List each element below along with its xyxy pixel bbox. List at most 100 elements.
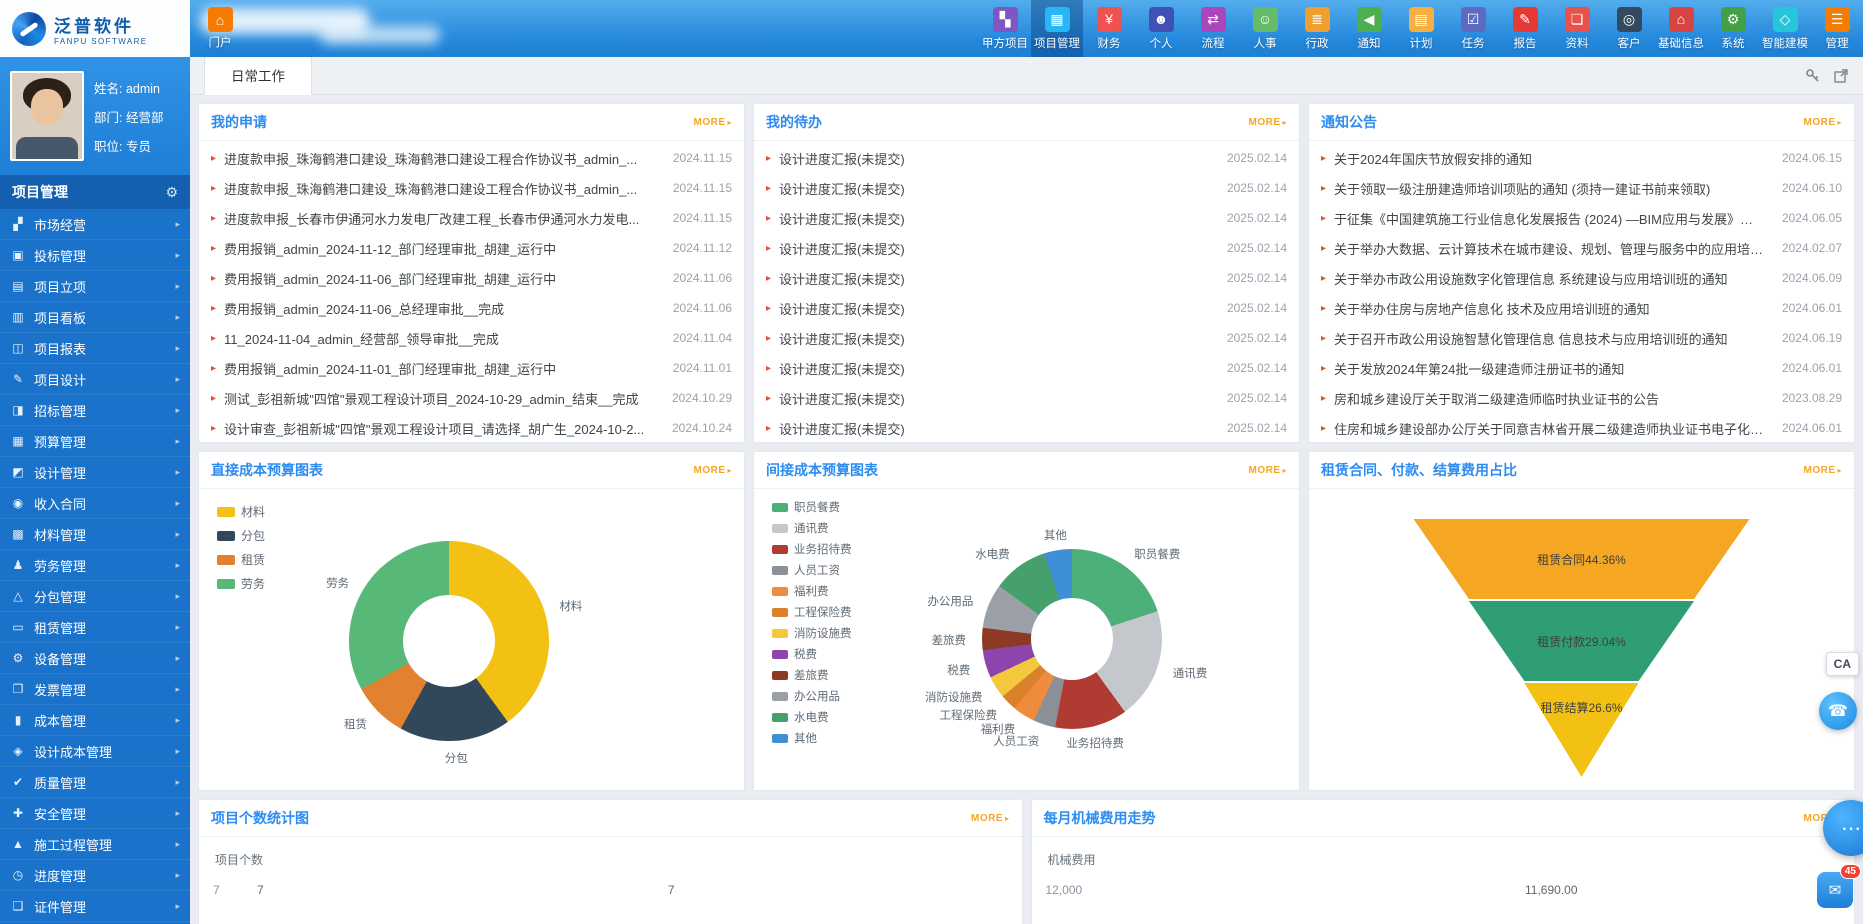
sidebar-menu-item[interactable]: ◷ 进度管理 ▸ [0, 860, 190, 891]
list-item[interactable]: ▸ 关于召开市政公用设施智慧化管理信息 信息技术与应用培训班的通知 2024.0… [1321, 323, 1842, 353]
sidebar-menu-item[interactable]: ✚ 安全管理 ▸ [0, 798, 190, 829]
sidebar-menu-item[interactable]: ◨ 招标管理 ▸ [0, 395, 190, 426]
sidebar-menu-item[interactable]: ◉ 收入合同 ▸ [0, 488, 190, 519]
list-item[interactable]: ▸ 设计进度汇报(未提交) 2025.02.14 [766, 143, 1287, 173]
sidebar-menu-item[interactable]: ▭ 租赁管理 ▸ [0, 612, 190, 643]
legend-item[interactable]: 劳务 [217, 575, 265, 592]
list-item[interactable]: ▸ 11_2024-11-04_admin_经营部_领导审批__完成 2024.… [211, 323, 732, 353]
top-nav-item[interactable]: ☰ 管理 [1811, 0, 1863, 57]
list-item[interactable]: ▸ 设计进度汇报(未提交) 2025.02.14 [766, 263, 1287, 293]
sidebar-menu-item[interactable]: ▮ 成本管理 ▸ [0, 705, 190, 736]
more-link[interactable]: MORE ▸ [693, 465, 732, 476]
top-nav-item[interactable]: ☻ 个人 [1135, 0, 1187, 57]
legend-item[interactable]: 税费 [772, 646, 852, 662]
sidebar-menu-item[interactable]: ◈ 设计成本管理 ▸ [0, 736, 190, 767]
top-nav-item[interactable]: ◎ 客户 [1603, 0, 1655, 57]
top-nav-item[interactable]: ▦ 项目管理 [1031, 0, 1083, 57]
list-item[interactable]: ▸ 关于举办住房与房地产信息化 技术及应用培训班的通知 2024.06.01 [1321, 293, 1842, 323]
top-nav-item[interactable]: ▤ 计划 [1395, 0, 1447, 57]
sidebar-menu-item[interactable]: ▩ 材料管理 ▸ [0, 519, 190, 550]
sidebar-section-project-management[interactable]: 项目管理 ⚙ [0, 175, 190, 209]
sidebar-menu-item[interactable]: ▥ 项目看板 ▸ [0, 302, 190, 333]
list-item[interactable]: ▸ 于征集《中国建筑施工行业信息化发展报告 (2024) —BIM应用与发展》材… [1321, 203, 1842, 233]
sidebar-menu-item[interactable]: ▣ 投标管理 ▸ [0, 240, 190, 271]
list-item[interactable]: ▸ 关于举办市政公用设施数字化管理信息 系统建设与应用培训班的通知 2024.0… [1321, 263, 1842, 293]
legend-item[interactable]: 材料 [217, 503, 265, 520]
list-item[interactable]: ▸ 关于发放2024年第24批一级建造师注册证书的通知 2024.06.01 [1321, 353, 1842, 383]
donut-chart[interactable] [349, 541, 549, 741]
legend-item[interactable]: 业务招待费 [772, 541, 852, 557]
list-item[interactable]: ▸ 费用报销_admin_2024-11-12_部门经理审批_胡建_运行中 20… [211, 233, 732, 263]
list-item[interactable]: ▸ 进度款申报_长春市伊通河水力发电厂改建工程_长春市伊通河水力发电... 20… [211, 203, 732, 233]
top-nav-item-portal[interactable]: ⌂ 门户 [190, 0, 250, 57]
open-in-new-icon[interactable] [1833, 68, 1849, 84]
more-link[interactable]: MORE ▸ [971, 813, 1010, 824]
more-link[interactable]: MORE ▸ [1803, 117, 1842, 128]
key-icon[interactable] [1805, 68, 1821, 84]
customer-service-button[interactable]: ☎ [1819, 692, 1857, 730]
list-item[interactable]: ▸ 关于举办大数据、云计算技术在城市建设、规划、管理与服务中的应用培训班... … [1321, 233, 1842, 263]
funnel-chart[interactable]: 租赁合同44.36% 租赁付款29.04% 租赁结算26.6% [1414, 519, 1750, 779]
top-nav-item[interactable]: ✎ 报告 [1499, 0, 1551, 57]
sidebar-menu-item[interactable]: ▲ 施工过程管理 ▸ [0, 829, 190, 860]
sidebar-menu-item[interactable]: ◫ 项目报表 ▸ [0, 333, 190, 364]
list-item[interactable]: ▸ 设计进度汇报(未提交) 2025.02.14 [766, 233, 1287, 263]
top-nav-item[interactable]: ¥ 财务 [1083, 0, 1135, 57]
list-item[interactable]: ▸ 设计进度汇报(未提交) 2025.02.14 [766, 413, 1287, 443]
top-nav-item[interactable]: ◀ 通知 [1343, 0, 1395, 57]
donut-chart[interactable] [982, 549, 1162, 729]
top-nav-item[interactable]: ≣ 行政 [1291, 0, 1343, 57]
sidebar-menu-item[interactable]: ✎ 项目设计 ▸ [0, 364, 190, 395]
sidebar-menu-item[interactable]: ❑ 证件管理 ▸ [0, 891, 190, 922]
sidebar-menu-item[interactable]: △ 分包管理 ▸ [0, 581, 190, 612]
legend-item[interactable]: 租赁 [217, 551, 265, 568]
list-item[interactable]: ▸ 设计进度汇报(未提交) 2025.02.14 [766, 203, 1287, 233]
list-item[interactable]: ▸ 设计进度汇报(未提交) 2025.02.14 [766, 173, 1287, 203]
list-item[interactable]: ▸ 进度款申报_珠海鹤港口建设_珠海鹤港口建设工程合作协议书_admin_...… [211, 173, 732, 203]
legend-item[interactable]: 消防设施费 [772, 625, 852, 641]
legend-item[interactable]: 差旅费 [772, 667, 852, 683]
ca-widget[interactable]: CA [1826, 652, 1859, 676]
legend-item[interactable]: 工程保险费 [772, 604, 852, 620]
list-item[interactable]: ▸ 关于领取一级注册建造师培训项贴的通知 (须持一建证书前来领取) 2024.0… [1321, 173, 1842, 203]
list-item[interactable]: ▸ 费用报销_admin_2024-11-01_部门经理审批_胡建_运行中 20… [211, 353, 732, 383]
list-item[interactable]: ▸ 进度款申报_珠海鹤港口建设_珠海鹤港口建设工程合作协议书_admin_...… [211, 143, 732, 173]
sidebar-menu-item[interactable]: ✔ 质量管理 ▸ [0, 767, 190, 798]
sidebar-menu-item[interactable]: ♟ 劳务管理 ▸ [0, 550, 190, 581]
top-nav-item[interactable]: ☑ 任务 [1447, 0, 1499, 57]
legend-item[interactable]: 职员餐费 [772, 499, 852, 515]
list-item[interactable]: ▸ 关于2024年国庆节放假安排的通知 2024.06.15 [1321, 143, 1842, 173]
top-nav-item[interactable]: ⚙ 系统 [1707, 0, 1759, 57]
list-item[interactable]: ▸ 设计进度汇报(未提交) 2025.02.14 [766, 323, 1287, 353]
legend-item[interactable]: 其他 [772, 730, 852, 746]
list-item[interactable]: ▸ 费用报销_admin_2024-11-06_总经理审批__完成 2024.1… [211, 293, 732, 323]
top-nav-item[interactable]: ❏ 资料 [1551, 0, 1603, 57]
more-link[interactable]: MORE ▸ [1248, 465, 1287, 476]
gear-icon[interactable]: ⚙ [165, 184, 178, 201]
more-link[interactable]: MORE ▸ [693, 117, 732, 128]
tab-daily-work[interactable]: 日常工作 [204, 57, 312, 95]
chat-button[interactable]: ✉ 45 [1817, 872, 1853, 908]
list-item[interactable]: ▸ 设计进度汇报(未提交) 2025.02.14 [766, 383, 1287, 413]
list-item[interactable]: ▸ 设计进度汇报(未提交) 2025.02.14 [766, 353, 1287, 383]
top-nav-item[interactable]: ◇ 智能建模 [1759, 0, 1811, 57]
top-nav-item[interactable]: ⌂ 基础信息 [1655, 0, 1707, 57]
user-avatar[interactable] [10, 71, 84, 161]
legend-item[interactable]: 福利费 [772, 583, 852, 599]
top-nav-item[interactable]: ☺ 人事 [1239, 0, 1291, 57]
sidebar-menu-item[interactable]: ⚙ 设备管理 ▸ [0, 643, 190, 674]
list-item[interactable]: ▸ 房和城乡建设厅关于取消二级建造师临时执业证书的公告 2023.08.29 [1321, 383, 1842, 413]
top-nav-item[interactable]: ⇄ 流程 [1187, 0, 1239, 57]
sidebar-menu-item[interactable]: ▞ 市场经营 ▸ [0, 209, 190, 240]
sidebar-menu-item[interactable]: ❐ 发票管理 ▸ [0, 674, 190, 705]
legend-item[interactable]: 分包 [217, 527, 265, 544]
list-item[interactable]: ▸ 测试_彭祖新城"四馆"景观工程设计项目_2024-10-29_admin_结… [211, 383, 732, 413]
sidebar-menu-item[interactable]: ◩ 设计管理 ▸ [0, 457, 190, 488]
legend-item[interactable]: 办公用品 [772, 688, 852, 704]
list-item[interactable]: ▸ 设计进度汇报(未提交) 2025.02.14 [766, 293, 1287, 323]
legend-item[interactable]: 通讯费 [772, 520, 852, 536]
legend-item[interactable]: 水电费 [772, 709, 852, 725]
list-item[interactable]: ▸ 费用报销_admin_2024-11-06_部门经理审批_胡建_运行中 20… [211, 263, 732, 293]
more-link[interactable]: MORE ▸ [1803, 465, 1842, 476]
sidebar-menu-item[interactable]: ▦ 预算管理 ▸ [0, 426, 190, 457]
